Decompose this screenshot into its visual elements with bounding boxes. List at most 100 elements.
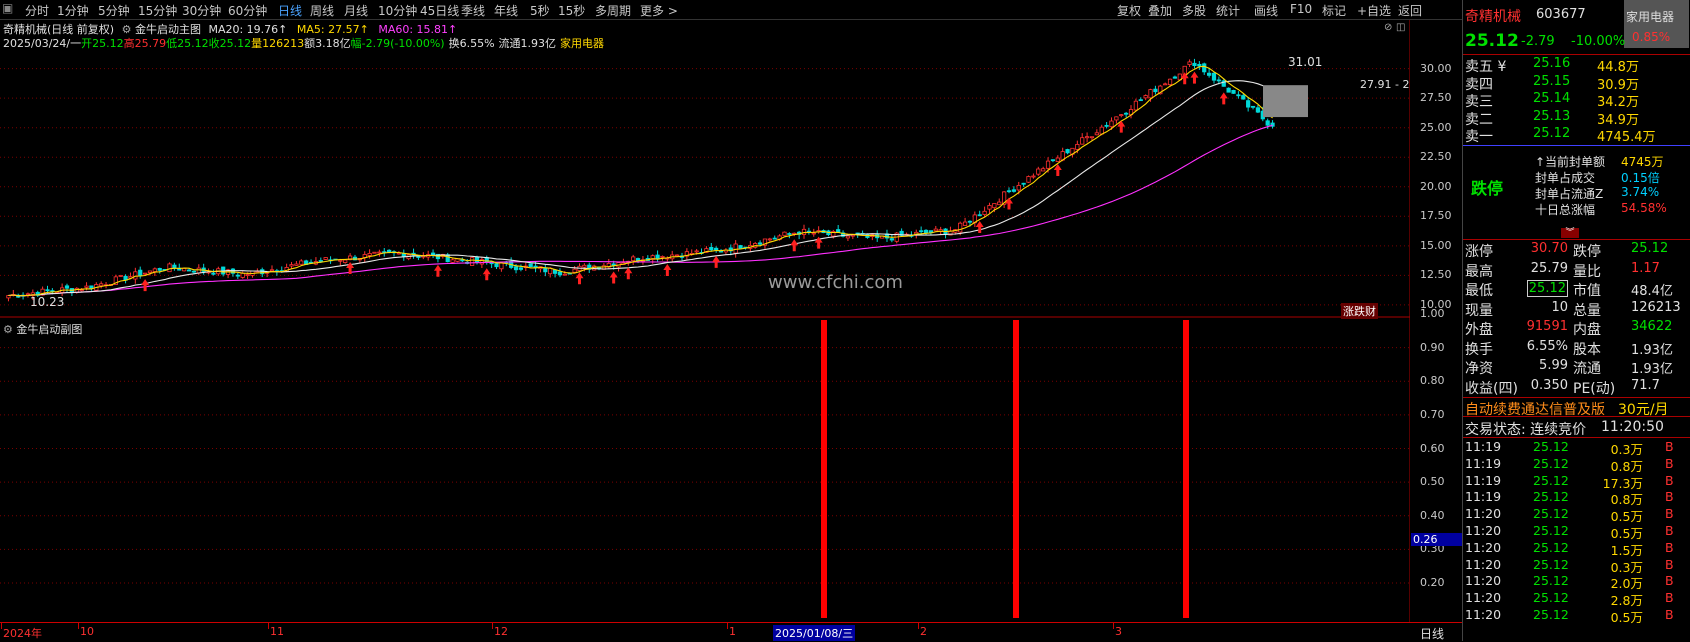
candles <box>6 58 1275 302</box>
candle-body <box>1045 160 1051 169</box>
candle-body <box>772 237 777 240</box>
candle-body <box>430 252 436 256</box>
x-tick <box>268 623 269 629</box>
period-tab-4[interactable]: 30分钟 <box>182 2 221 19</box>
candle-body <box>572 268 577 273</box>
x-axis-label: 1 <box>729 625 736 638</box>
candle-body <box>1216 79 1221 82</box>
stat-value: 25.12 <box>1526 280 1568 297</box>
candle-body <box>118 275 123 277</box>
buy-arrow <box>712 255 721 268</box>
tool-button-2[interactable]: 多股 <box>1182 2 1206 19</box>
tool-button-6[interactable]: 标记 <box>1322 2 1346 19</box>
candle-body <box>767 238 772 241</box>
candle-body <box>557 271 563 276</box>
trade-status: 交易状态: 连续竞价 <box>1465 422 1587 438</box>
zd-badge[interactable]: 涨跌财 <box>1341 303 1378 319</box>
period-tab-12[interactable]: 年线 <box>494 2 518 19</box>
candle-body <box>372 251 377 254</box>
main-y-tick: 15.00 <box>1420 238 1452 252</box>
main-y-tick: 17.50 <box>1420 209 1452 223</box>
period-tab-5[interactable]: 60分钟 <box>228 2 267 19</box>
settings-icon[interactable]: ⚙ <box>3 323 13 336</box>
tool-button-7[interactable]: +自选 <box>1357 2 1391 19</box>
sector-badge[interactable]: 家用电器 0.85% <box>1624 0 1689 48</box>
candle-body <box>367 253 372 256</box>
ask-price[interactable]: 25.14 <box>1533 91 1570 106</box>
tool-button-3[interactable]: 统计 <box>1216 2 1240 19</box>
period-tab-14[interactable]: 15秒 <box>558 2 585 19</box>
sub-y-tick: 0.80 <box>1420 374 1445 388</box>
candle-body <box>1172 76 1178 79</box>
tool-button-5[interactable]: F10 <box>1290 2 1312 16</box>
stat-label: 现量 <box>1465 302 1493 319</box>
period-tab-13[interactable]: 5秒 <box>530 2 550 19</box>
tool-button-1[interactable]: 叠加 <box>1148 2 1172 19</box>
stat-value: 25.79 <box>1530 260 1568 276</box>
ask-price[interactable]: 25.15 <box>1533 74 1570 89</box>
candle-body <box>167 263 172 273</box>
period-tab-2[interactable]: 5分钟 <box>98 2 130 19</box>
tick-row: 11:20 25.12 0.5万 B <box>1465 607 1690 625</box>
candle-body <box>1109 120 1114 128</box>
tool-button-0[interactable]: 复权 <box>1117 2 1141 19</box>
candle-body <box>518 267 524 270</box>
sub-y-tick: 0.60 <box>1420 441 1445 455</box>
ask-price[interactable]: 25.12 <box>1533 126 1570 141</box>
window-icon[interactable]: ◫ <box>1396 22 1405 33</box>
period-tab-6[interactable]: 日线 <box>278 2 302 19</box>
x-axis-label: 3 <box>1115 625 1122 638</box>
candle-body <box>1094 132 1099 136</box>
stat-label: 内盘 <box>1573 322 1601 338</box>
period-tab-10[interactable]: 45日线 <box>420 2 459 19</box>
signal-bar <box>1183 320 1189 618</box>
sub-indicator-chart[interactable]: ⚙ 金牛启动副图 1.00 0.90 0.80 0.70 0.60 0.50 0.40 0.3… <box>0 307 1463 622</box>
period-tab-8[interactable]: 月线 <box>344 2 368 19</box>
candle-body <box>714 247 719 251</box>
expand-icon[interactable]: ⊘ <box>1384 22 1392 33</box>
ohlc-line: 2025/03/24/一开25.12高25.79低25.12收25.12量126… <box>3 35 604 51</box>
period-tab-16[interactable]: 更多 > <box>640 2 678 19</box>
sub-y-tick: 0.90 <box>1420 340 1445 354</box>
candle-body <box>982 210 987 215</box>
peak-price-label: 31.01 <box>1288 55 1323 69</box>
x-axis-label: 11 <box>270 625 284 638</box>
buy-arrow <box>790 239 799 252</box>
period-tab-0[interactable]: 分时 <box>25 2 49 19</box>
tick-side: B <box>1665 506 1674 522</box>
candle-body <box>245 274 250 276</box>
ask-price[interactable]: 25.16 <box>1533 56 1570 71</box>
candle-body <box>1163 83 1168 86</box>
ma20-line <box>8 80 1273 297</box>
main-kline-chart[interactable]: 奇精机械(日线 前复权) ⚙ 金牛启动主图 MA20: 19.76↑ MA5: … <box>0 20 1452 320</box>
collapse-icon[interactable]: ︾ <box>1561 228 1579 238</box>
main-y-tick: 22.50 <box>1420 150 1452 164</box>
period-tab-7[interactable]: 周线 <box>310 2 334 19</box>
sub-y-tick: 0.40 <box>1420 508 1445 522</box>
signal-bar <box>1013 320 1019 618</box>
candle-body <box>660 255 665 258</box>
ask-label: 卖一 <box>1465 129 1493 145</box>
candle-body <box>1031 175 1036 178</box>
period-tab-1[interactable]: 1分钟 <box>57 2 89 19</box>
menu-icon[interactable]: ▣ <box>2 1 13 15</box>
tick-time: 11:20 <box>1465 556 1502 572</box>
ask-volume: 30.9万 <box>1597 77 1639 93</box>
tool-button-8[interactable]: 返回 <box>1398 2 1422 19</box>
candle-body <box>967 220 973 223</box>
period-tab-3[interactable]: 15分钟 <box>138 2 177 19</box>
buy-arrow <box>482 268 491 281</box>
stat-label: 净资 <box>1465 361 1493 377</box>
ask-price[interactable]: 25.13 <box>1533 109 1570 124</box>
period-tab-11[interactable]: 季线 <box>461 2 485 19</box>
stat-value: 30.70 <box>1530 241 1568 256</box>
candle-body <box>709 246 714 251</box>
stat-value: 34622 <box>1631 319 1673 334</box>
candle-body <box>1255 107 1261 113</box>
sector-link[interactable]: 家用电器 <box>560 37 604 50</box>
tool-button-4[interactable]: 画线 <box>1254 2 1278 19</box>
buy-arrow <box>141 279 150 292</box>
period-tab-15[interactable]: 多周期 <box>595 2 631 19</box>
period-tab-9[interactable]: 10分钟 <box>378 2 417 19</box>
sub-indicator-name[interactable]: 金牛启动副图 <box>16 323 82 336</box>
